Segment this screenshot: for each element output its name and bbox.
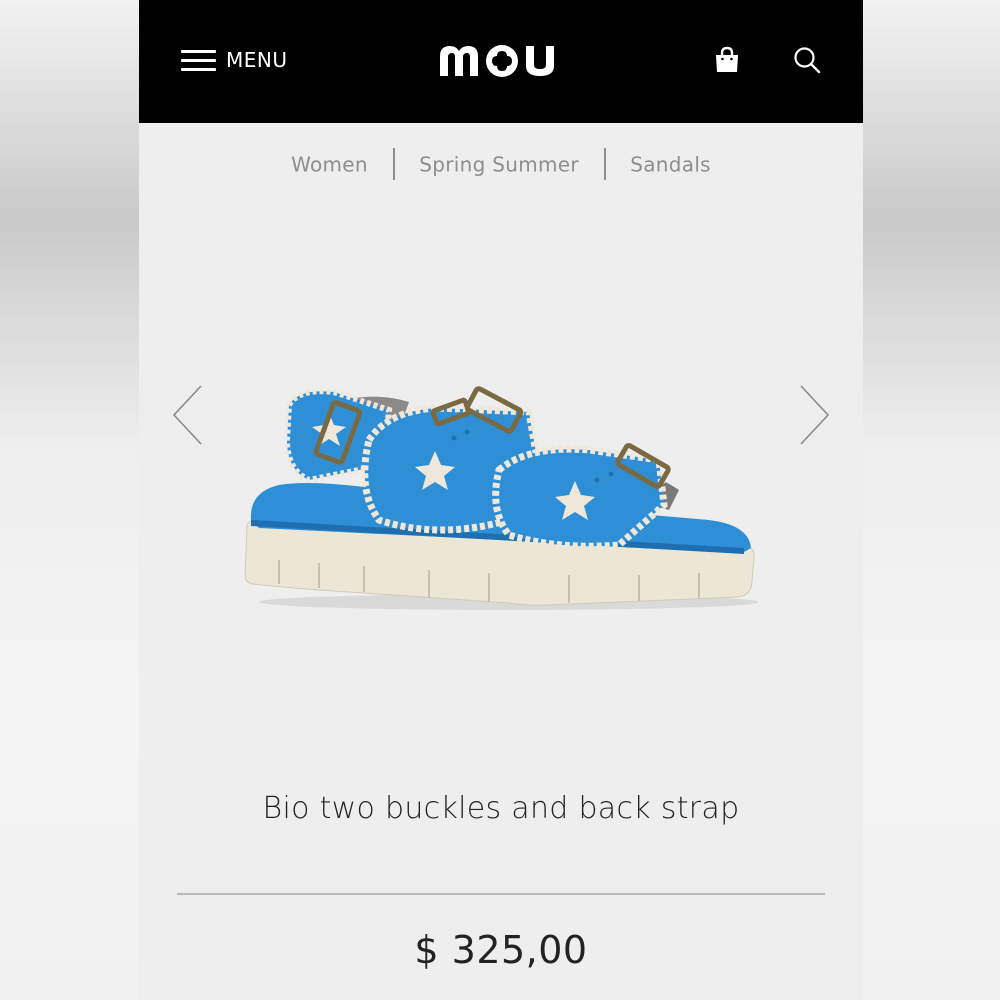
phone-screen: MENU Women Spring Summer Sandals Bio two… xyxy=(139,0,863,1000)
hamburger-icon xyxy=(181,48,216,73)
divider xyxy=(177,893,825,895)
product-title: Bio two buckles and back strap xyxy=(262,791,740,826)
breadcrumb-spring-summer[interactable]: Spring Summer xyxy=(419,153,579,177)
product-image-sandal[interactable] xyxy=(239,370,769,640)
search-icon[interactable] xyxy=(792,45,822,75)
menu-label: MENU xyxy=(226,48,288,72)
menu-button[interactable]: MENU xyxy=(181,44,288,76)
top-navigation-bar: MENU xyxy=(139,0,863,123)
breadcrumb-women[interactable]: Women xyxy=(291,153,368,177)
chevron-left-icon[interactable] xyxy=(171,383,205,447)
product-price: $ 325,00 xyxy=(414,928,588,972)
breadcrumb-separator xyxy=(392,148,395,180)
breadcrumb: Women Spring Summer Sandals xyxy=(139,148,863,182)
breadcrumb-separator xyxy=(603,148,606,180)
mou-logo[interactable] xyxy=(436,40,568,80)
chevron-right-icon[interactable] xyxy=(797,383,831,447)
breadcrumb-sandals[interactable]: Sandals xyxy=(630,153,711,177)
shopping-bag-icon[interactable] xyxy=(714,46,740,74)
